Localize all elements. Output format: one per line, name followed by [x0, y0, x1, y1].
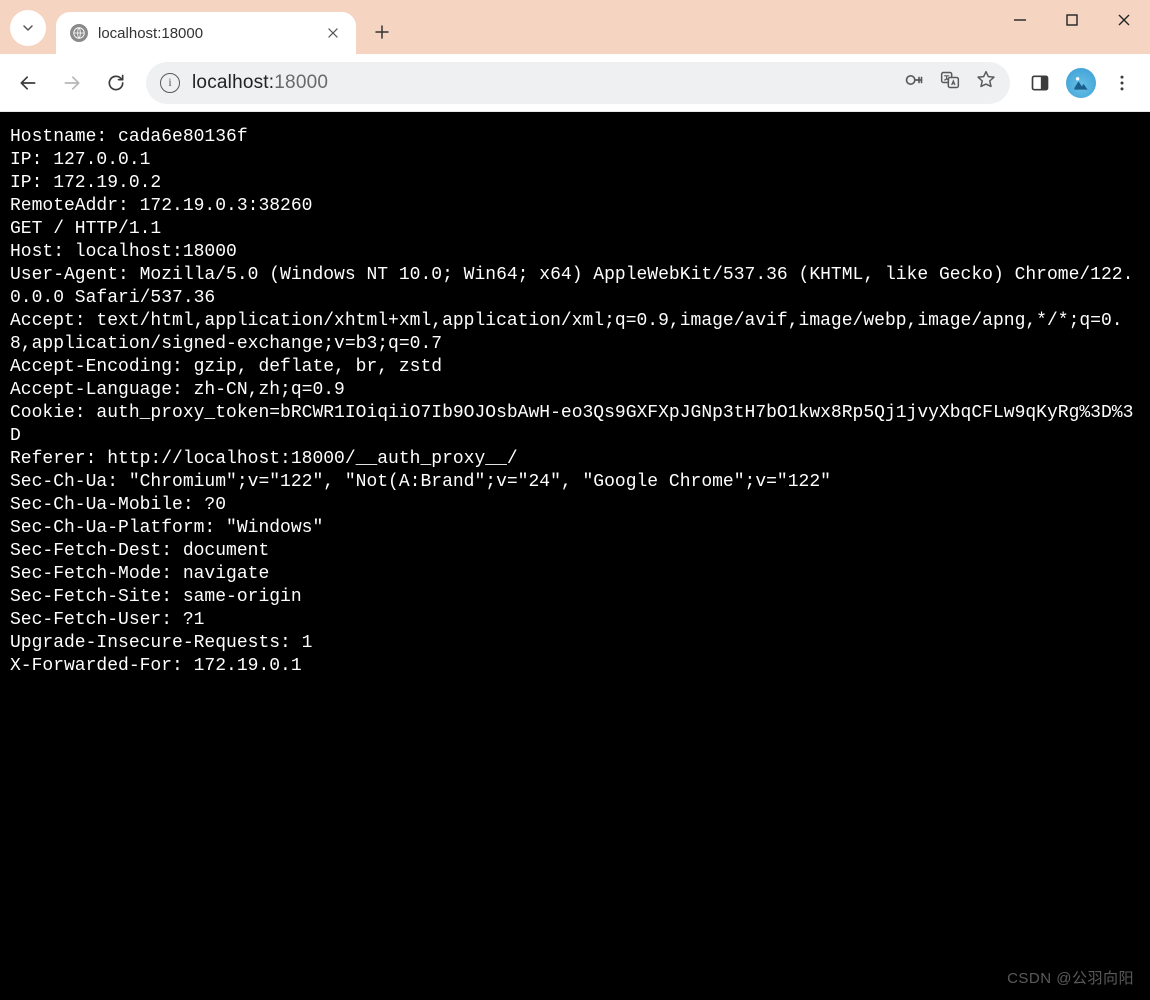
globe-icon	[70, 24, 88, 42]
plus-icon	[373, 23, 391, 41]
bookmark-icon[interactable]	[976, 70, 996, 95]
kebab-menu-button[interactable]	[1102, 63, 1142, 103]
close-icon	[1117, 13, 1131, 27]
window-controls	[994, 0, 1150, 42]
reload-button[interactable]	[96, 63, 136, 103]
window-maximize-button[interactable]	[1046, 0, 1098, 40]
browser-titlebar: localhost:18000	[0, 0, 1150, 54]
address-bar[interactable]: i localhost:18000	[146, 62, 1010, 104]
url-text: localhost:18000	[192, 72, 328, 94]
window-minimize-button[interactable]	[994, 0, 1046, 40]
browser-tab[interactable]: localhost:18000	[56, 12, 356, 54]
browser-toolbar: i localhost:18000	[0, 54, 1150, 112]
tab-title: localhost:18000	[98, 25, 314, 42]
profile-avatar[interactable]	[1066, 68, 1096, 98]
watermark: CSDN @公羽向阳	[1007, 967, 1134, 990]
arrow-right-icon	[62, 73, 82, 93]
forward-button[interactable]	[52, 63, 92, 103]
more-vertical-icon	[1112, 73, 1132, 93]
close-icon	[326, 26, 340, 40]
back-button[interactable]	[8, 63, 48, 103]
site-info-icon[interactable]: i	[160, 73, 180, 93]
maximize-icon	[1065, 13, 1079, 27]
reload-icon	[106, 73, 126, 93]
chevron-down-icon	[20, 20, 36, 36]
page-content: Hostname: cada6e80136f IP: 127.0.0.1 IP:…	[0, 112, 1150, 1000]
window-close-button[interactable]	[1098, 0, 1150, 40]
side-panel-button[interactable]	[1020, 63, 1060, 103]
avatar-image-icon	[1071, 73, 1091, 93]
side-panel-icon	[1030, 73, 1050, 93]
translate-icon[interactable]	[940, 70, 960, 95]
minimize-icon	[1013, 13, 1027, 27]
password-manager-icon[interactable]	[904, 70, 924, 95]
tab-close-button[interactable]	[324, 24, 342, 42]
new-tab-button[interactable]	[364, 14, 400, 50]
arrow-left-icon	[18, 73, 38, 93]
search-tabs-button[interactable]	[10, 10, 46, 46]
